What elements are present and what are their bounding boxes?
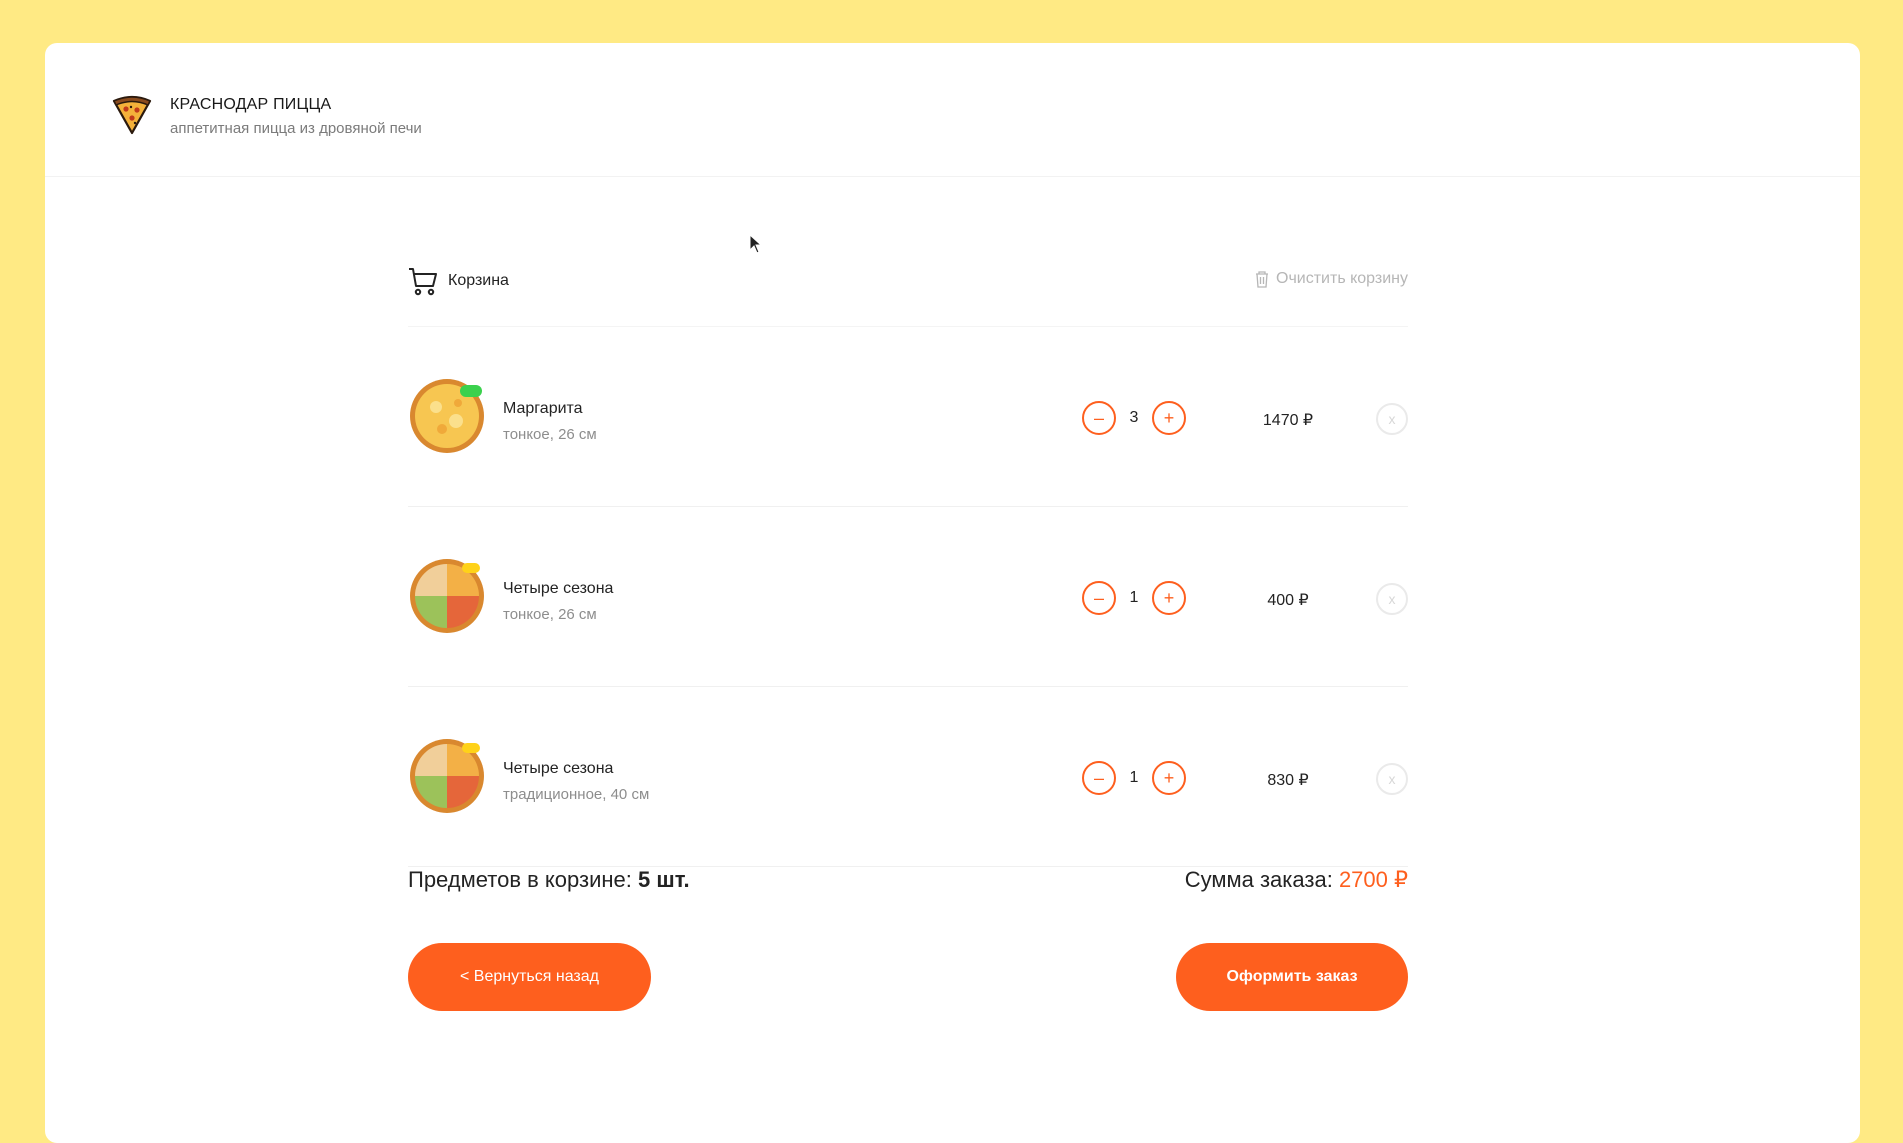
order-total: Сумма заказа: 2700 ₽ xyxy=(1185,867,1408,893)
decrease-quantity-button[interactable]: – xyxy=(1082,401,1116,435)
header: КРАСНОДАР ПИЦЦА аппетитная пицца из дров… xyxy=(45,43,1860,177)
brand-subtitle: аппетитная пицца из дровяной печи xyxy=(170,120,422,137)
item-price: 400 ₽ xyxy=(1267,592,1309,609)
quantity-stepper: – 3 + xyxy=(1082,401,1186,435)
item-name: Четыре сезона xyxy=(503,580,614,597)
pizza-image xyxy=(410,739,484,813)
quantity-value: 1 xyxy=(1129,769,1139,786)
cart-summary: Предметов в корзине: 5 шт. Сумма заказа:… xyxy=(408,867,1408,943)
back-button[interactable]: < Вернуться назад xyxy=(408,943,651,1011)
decrease-quantity-button[interactable]: – xyxy=(1082,581,1116,615)
remove-item-button[interactable]: x xyxy=(1376,583,1408,615)
order-total-label: Сумма заказа: xyxy=(1184,867,1333,892)
pizza-slice-icon[interactable] xyxy=(111,93,153,135)
item-name: Маргарита xyxy=(503,400,583,417)
quantity-value: 1 xyxy=(1129,589,1139,606)
item-price: 830 ₽ xyxy=(1267,772,1309,789)
clear-cart-button[interactable]: Очистить корзину xyxy=(1254,270,1408,288)
item-name: Четыре сезона xyxy=(503,760,614,777)
cart-icon xyxy=(409,268,437,296)
pizza-image xyxy=(410,379,484,453)
clear-cart-label: Очистить корзину xyxy=(1276,270,1408,287)
cart-title: Корзина xyxy=(448,272,509,289)
items-count-value: 5 шт. xyxy=(638,867,690,892)
remove-item-button[interactable]: x xyxy=(1376,403,1408,435)
trash-icon xyxy=(1256,271,1268,288)
decrease-quantity-button[interactable]: – xyxy=(1082,761,1116,795)
pizza-image xyxy=(410,559,484,633)
cart-section: Корзина Очистить корзину Маргарита тонко… xyxy=(408,222,1408,1013)
cart-actions: < Вернуться назад Оформить заказ xyxy=(408,943,1408,1013)
cart-header: Корзина Очистить корзину xyxy=(408,222,1408,327)
item-price: 1470 ₽ xyxy=(1262,412,1314,429)
item-description: традиционное, 40 см xyxy=(503,786,650,803)
quantity-stepper: – 1 + xyxy=(1082,761,1186,795)
brand-title: КРАСНОДАР ПИЦЦА xyxy=(170,96,332,113)
item-description: тонкое, 26 см xyxy=(503,426,597,443)
items-count-label: Предметов в корзине: xyxy=(408,867,632,892)
order-total-value: 2700 ₽ xyxy=(1338,867,1408,892)
cart-item: Четыре сезона традиционное, 40 см – 1 + … xyxy=(408,687,1408,867)
cart-item: Маргарита тонкое, 26 см – 3 + 1470 ₽ x xyxy=(408,327,1408,507)
quantity-value: 3 xyxy=(1129,409,1139,426)
checkout-button[interactable]: Оформить заказ xyxy=(1176,943,1408,1011)
item-description: тонкое, 26 см xyxy=(503,606,597,623)
quantity-stepper: – 1 + xyxy=(1082,581,1186,615)
cart-item: Четыре сезона тонкое, 26 см – 1 + 400 ₽ … xyxy=(408,507,1408,687)
items-count: Предметов в корзине: 5 шт. xyxy=(408,867,690,893)
remove-item-button[interactable]: x xyxy=(1376,763,1408,795)
